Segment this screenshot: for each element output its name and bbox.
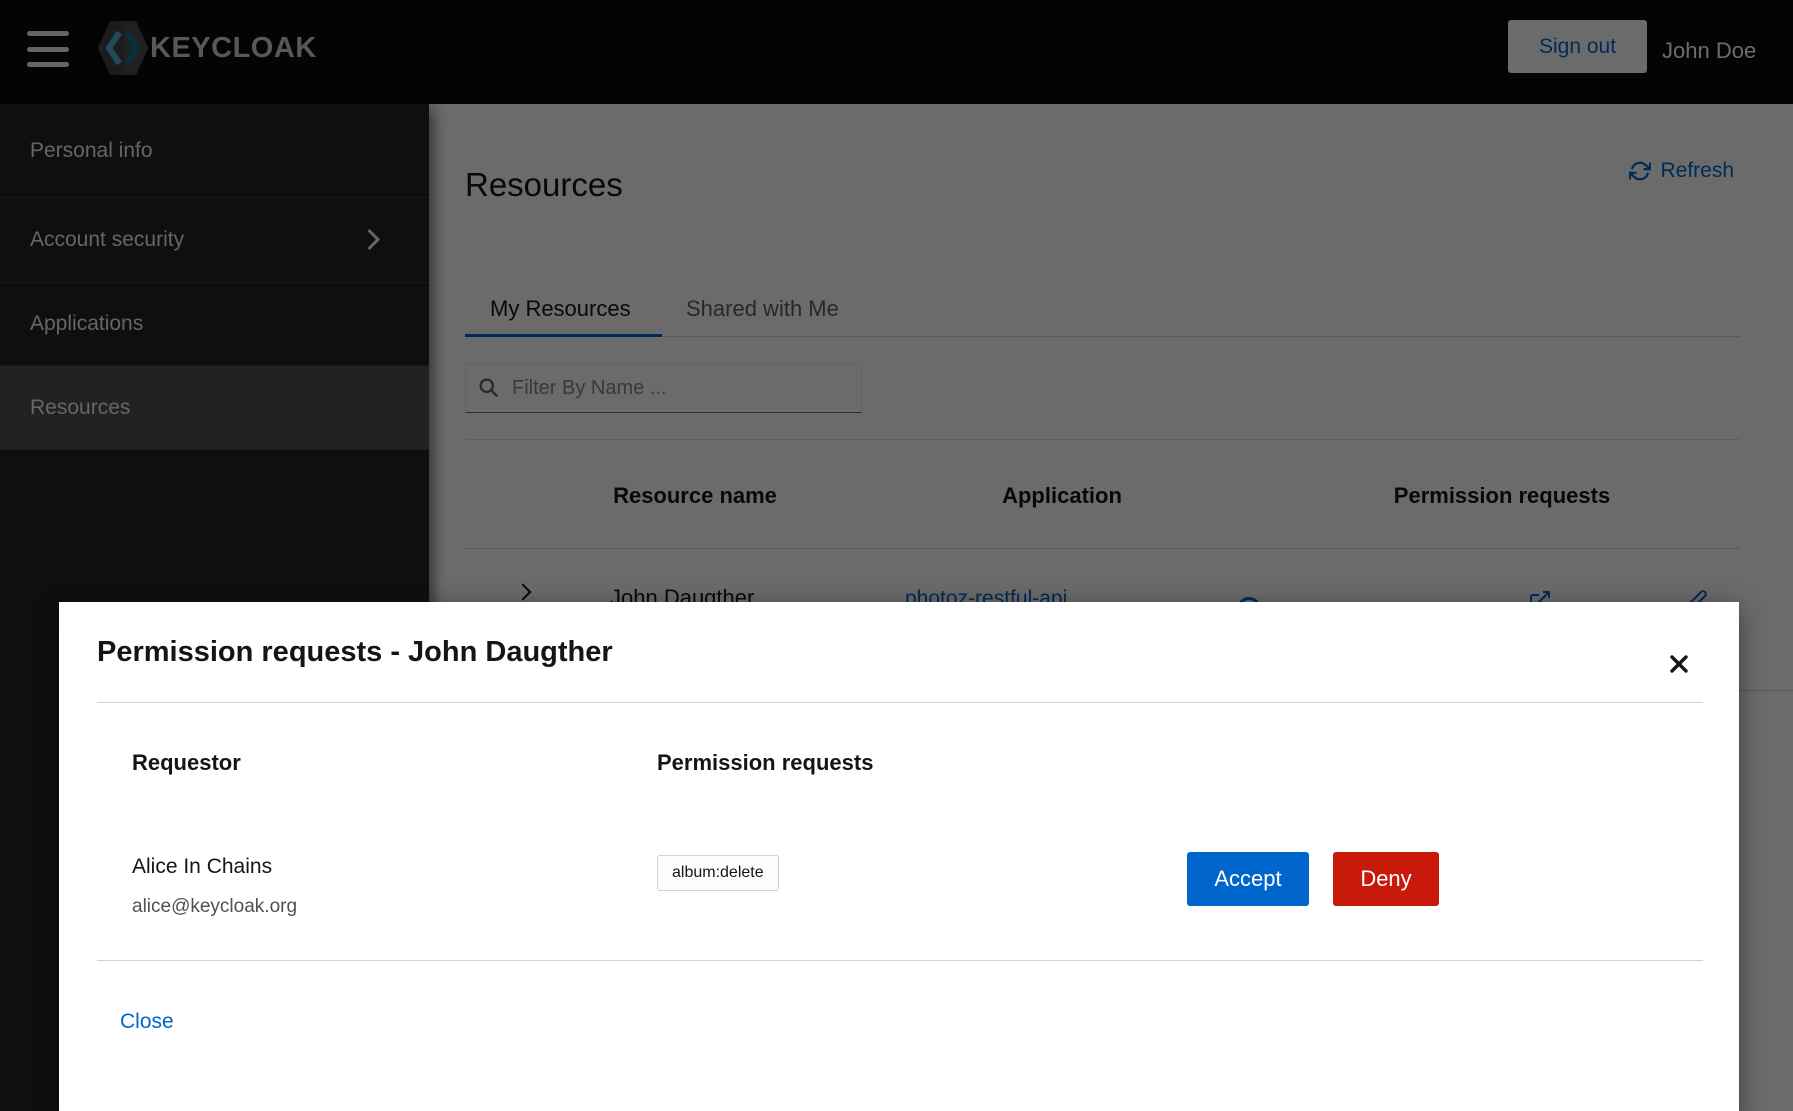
keycloak-account-console: KEYCLOAK Sign out John Doe Personal info…	[0, 0, 1793, 1111]
modal-close-link[interactable]: Close	[120, 1010, 174, 1034]
modal-title: Permission requests - John Daugther	[97, 636, 613, 669]
modal-header-divider	[97, 702, 1703, 703]
permission-requests-modal: Permission requests - John Daugther Requ…	[59, 602, 1739, 1111]
modal-close-button[interactable]	[1661, 646, 1697, 682]
modal-column-permission-requests: Permission requests	[657, 750, 873, 776]
close-x-icon	[1668, 653, 1690, 675]
accept-button[interactable]: Accept	[1187, 852, 1309, 906]
requestor-email: alice@keycloak.org	[132, 896, 297, 918]
scope-chip: album:delete	[657, 855, 779, 891]
modal-column-requestor: Requestor	[132, 750, 241, 776]
modal-footer-divider	[97, 960, 1703, 961]
deny-button[interactable]: Deny	[1333, 852, 1439, 906]
requestor-name: Alice In Chains	[132, 855, 272, 879]
